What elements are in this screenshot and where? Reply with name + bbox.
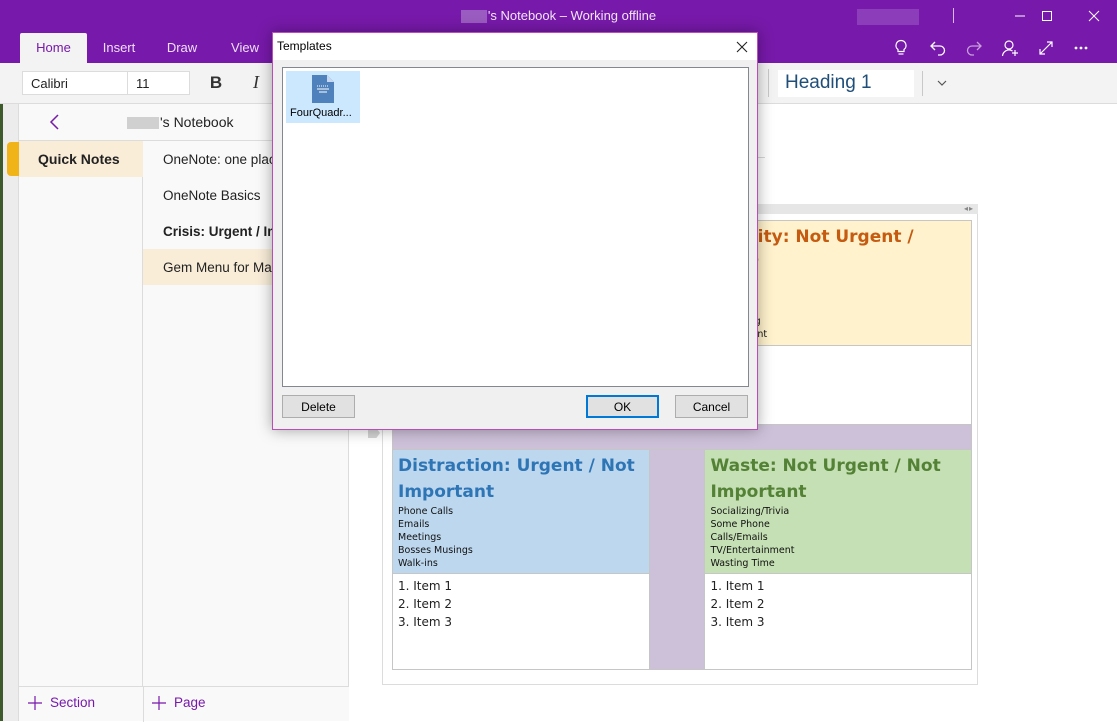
window-title: 's Notebook – Working offline [0,8,1117,24]
toolbar-divider [768,69,769,97]
distraction-list-cell[interactable]: 1. Item 1 2. Item 2 3. Item 3 [392,573,650,670]
quadrant-heading: Waste: Not Urgent / Not [710,456,941,476]
maximize-icon [1042,11,1052,21]
redacted-name [460,10,487,24]
maximize-button[interactable] [1033,4,1061,28]
list-item: 3. Item 3 [710,615,765,629]
list-item: 3. Item 3 [398,615,453,629]
quadrant-item: TV/Entertainment [710,545,795,556]
quadrant-heading: Distraction: Urgent / Not [398,456,635,476]
document-icon [312,75,334,103]
chevron-down-icon [937,80,947,86]
quadrant-item: Socializing/Trivia [710,506,790,517]
section-color-tab [7,142,19,176]
more-options-button[interactable] [1068,37,1094,59]
quadrant-item: Phone Calls [398,506,454,517]
quadrant-item: Emails [398,519,430,530]
notebook-title[interactable]: 's Notebook [127,114,234,130]
desktop-edge [0,104,3,721]
dialog-title-bar[interactable]: Templates [273,33,757,60]
toolbar-divider [922,71,923,96]
undo-button[interactable] [925,37,951,59]
nav-strip [0,104,19,721]
templates-dialog: Templates FourQuadr... Delete OK Cancel [272,32,758,430]
delete-button[interactable]: Delete [282,395,355,418]
font-name-input[interactable]: Calibri [22,71,128,95]
tab-view[interactable]: View [222,33,268,63]
minimize-button[interactable] [1006,4,1034,28]
quadrant-heading: Important [710,482,807,502]
list-item: 1. Item 1 [398,579,453,593]
title-bar: 's Notebook – Working offline [0,0,1117,33]
lightbulb-icon [895,39,907,55]
fullscreen-button[interactable] [1033,37,1059,59]
close-window-button[interactable] [1080,4,1108,28]
dialog-title: Templates [277,39,332,53]
divider [143,687,144,722]
italic-button[interactable]: I [244,71,268,95]
quadrant-item: Walk-ins [398,558,438,569]
redacted-name [127,117,159,130]
section-list: Quick Notes [19,141,143,686]
redo-button[interactable] [961,37,987,59]
minimize-icon [1015,15,1025,17]
template-list[interactable]: FourQuadr... [282,67,749,387]
quadrant-items: Socializing/Trivia Some Phone Calls/Emai… [710,505,966,570]
add-section-button[interactable]: Section [28,695,95,710]
list-item: 1. Item 1 [710,579,765,593]
more-icon [1074,46,1088,50]
waste-list-cell[interactable]: 1. Item 1 2. Item 2 3. Item 3 [704,573,972,670]
tell-me-button[interactable] [888,37,914,59]
quadrant-item: Wasting Time [710,558,775,569]
quadrant-items: Phone Calls Emails Meetings Bosses Musin… [398,505,644,570]
divider-column [648,449,706,670]
ok-button[interactable]: OK [586,395,659,418]
tab-home[interactable]: Home [20,33,87,63]
share-button[interactable] [997,37,1023,59]
bold-button[interactable]: B [204,71,228,95]
list-item: 2. Item 2 [398,597,453,611]
quadrant-item: Some Phone [710,519,770,530]
account-name-redacted[interactable] [857,9,919,25]
quadrant-waste[interactable]: Waste: Not Urgent / Not Important Social… [704,449,972,574]
template-item[interactable]: FourQuadr... [286,71,360,123]
quadrant-item: Meetings [398,532,442,543]
dialog-close-button[interactable] [731,37,753,57]
undo-icon [930,41,946,56]
style-selector[interactable]: Heading 1 [778,70,914,97]
nav-bottom-bar: Section Page [19,686,349,722]
resize-arrows-icon[interactable]: ◂▸ [964,204,974,213]
section-item-quick-notes[interactable]: Quick Notes [19,141,143,177]
quadrant-heading: Important [398,482,495,502]
share-user-icon [1001,40,1018,57]
quadrant-item: Bosses Musings [398,545,473,556]
quadrant-item: Calls/Emails [710,532,768,543]
tab-draw[interactable]: Draw [156,33,208,63]
cancel-button[interactable]: Cancel [675,395,748,418]
font-size-input[interactable]: 11 [127,71,190,95]
plus-icon [152,695,166,710]
fullscreen-icon [1039,41,1053,55]
redo-icon [966,41,982,56]
close-icon [736,41,748,53]
style-dropdown-button[interactable] [932,73,952,93]
template-label: FourQuadr... [290,107,352,119]
close-icon [1088,10,1100,22]
chevron-left-icon [49,114,59,130]
numbered-list: 1. Item 1 2. Item 2 3. Item 3 [398,577,644,631]
tab-insert[interactable]: Insert [92,33,146,63]
back-button[interactable] [45,112,65,132]
quadrant-distraction[interactable]: Distraction: Urgent / Not Important Phon… [392,449,650,574]
titlebar-divider [953,8,954,23]
plus-icon [28,695,42,710]
add-page-button[interactable]: Page [152,695,206,710]
numbered-list: 1. Item 1 2. Item 2 3. Item 3 [710,577,966,631]
list-item: 2. Item 2 [710,597,765,611]
